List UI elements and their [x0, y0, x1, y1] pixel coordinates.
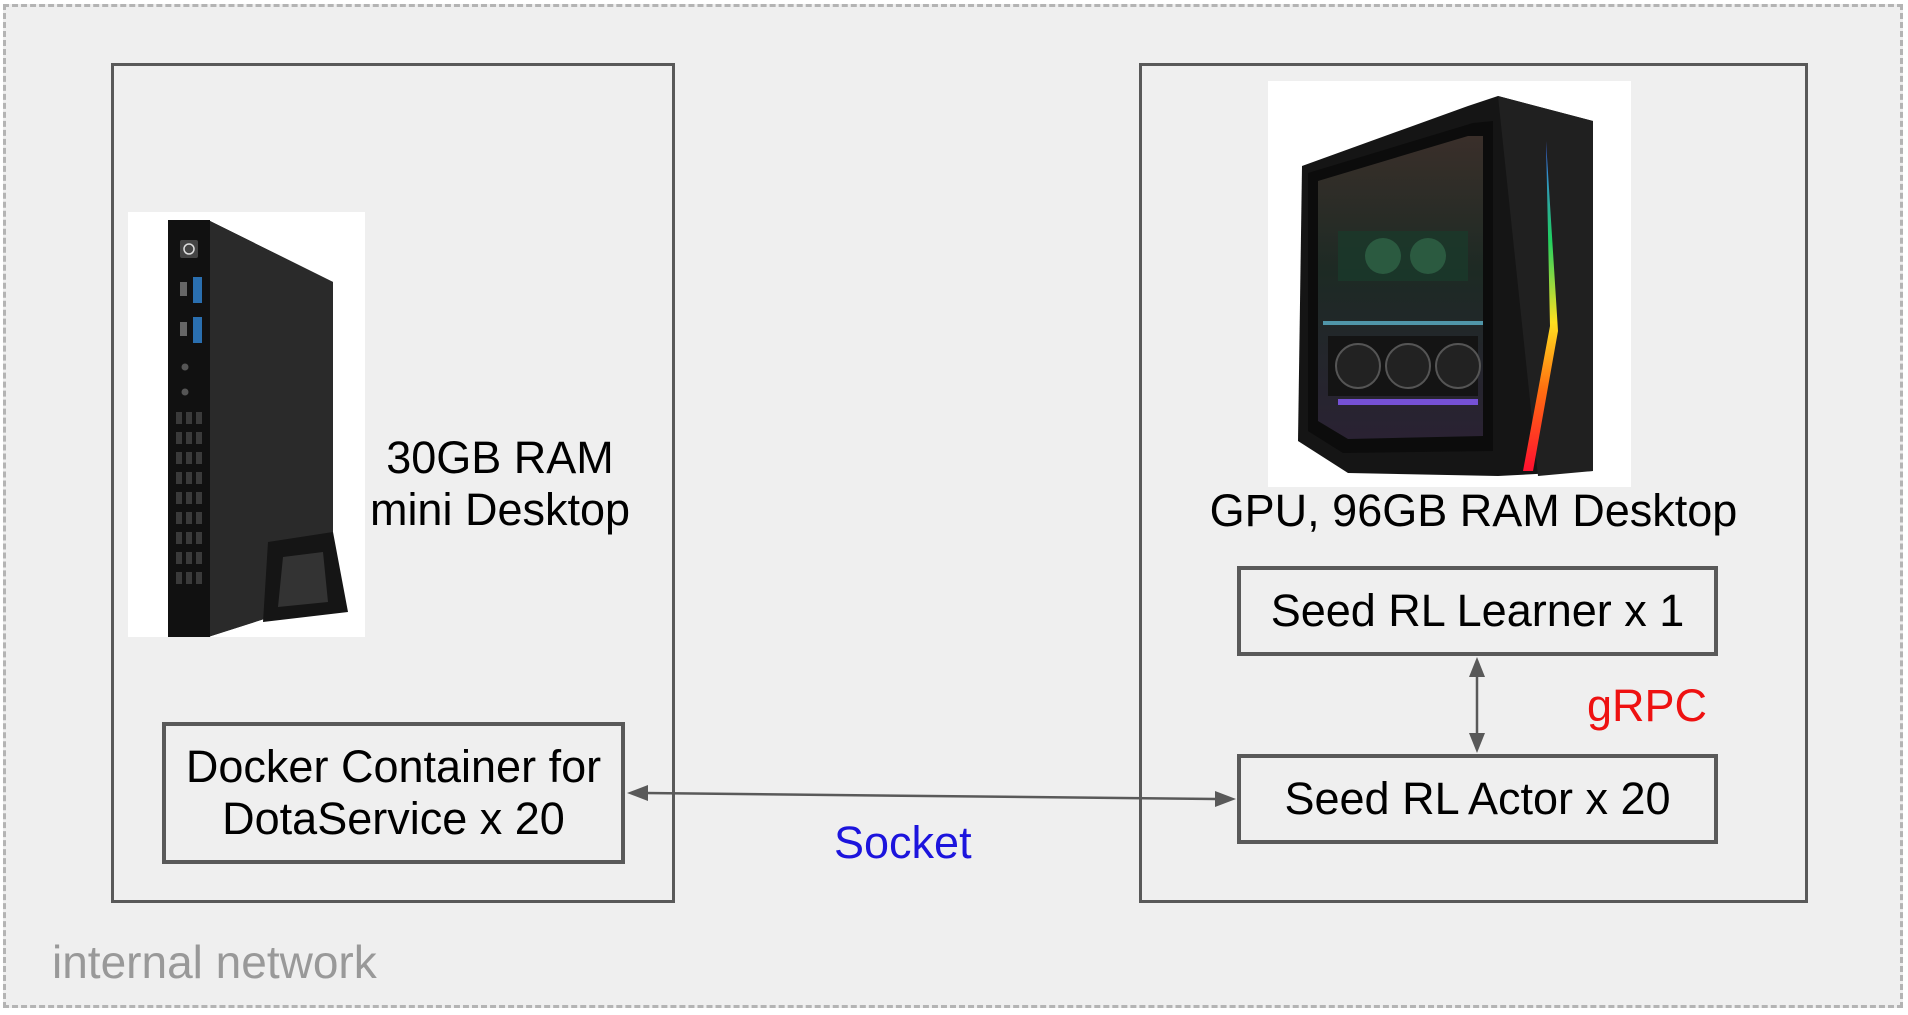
docker-box-line-1: Docker Container for: [185, 741, 602, 792]
mini-desktop-label: 30GB RAM mini Desktop: [365, 432, 635, 536]
mini-desktop-label-line-1: 30GB RAM: [386, 432, 614, 483]
docker-container-box: Docker Container for DotaService x 20: [162, 722, 625, 864]
mini-desktop-label-line-2: mini Desktop: [369, 484, 631, 535]
internal-network-label: internal network: [52, 936, 377, 988]
docker-box-line-2: DotaService x 20: [222, 793, 565, 844]
gpu-desktop-label: GPU, 96GB RAM Desktop: [1209, 485, 1738, 536]
socket-label: Socket: [834, 817, 972, 868]
gaming-tower-pc-image: [1268, 81, 1631, 487]
seed-rl-learner-box: Seed RL Learner x 1: [1237, 566, 1718, 656]
mini-pc-image: [128, 212, 365, 637]
grpc-label: gRPC: [1587, 680, 1708, 731]
seed-rl-actor-box: Seed RL Actor x 20: [1237, 754, 1718, 844]
